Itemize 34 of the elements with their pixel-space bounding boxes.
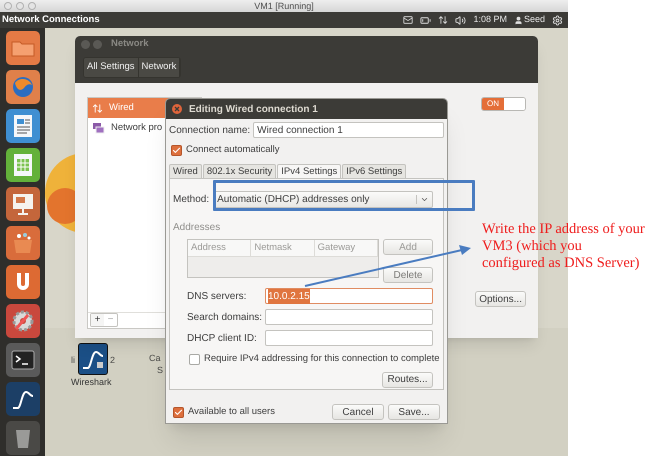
field-label: Connection name: (169, 124, 250, 138)
checkbox-label: Available to all users (188, 405, 275, 420)
delete-button[interactable]: Delete (383, 267, 433, 284)
breadcrumb-button[interactable]: All Settings (84, 58, 139, 77)
user-name[interactable]: Seed (524, 13, 545, 27)
clock[interactable]: 1:08 PM (473, 13, 507, 27)
tab[interactable]: IPv4 Settings (277, 164, 342, 180)
field-label: DNS servers: (187, 290, 248, 304)
breadcrumb-button[interactable]: Network (138, 58, 180, 77)
icon-label: 2 (110, 354, 116, 367)
icon-label: li (71, 354, 75, 367)
method-dropdown[interactable]: Automatic (DHCP) addresses only (213, 191, 433, 208)
window-title: VM1 [Running] (254, 2, 314, 10)
options-button[interactable]: Options... (475, 291, 526, 307)
connection-name-field[interactable]: Wired connection 1 (253, 122, 444, 138)
section-label: Addresses (173, 221, 222, 236)
window-title: Network (111, 36, 148, 51)
app-name: Network Connections (2, 12, 100, 27)
field-label: Search domains: (187, 310, 264, 325)
cancel-button[interactable]: Cancel (332, 404, 384, 420)
save-button[interactable]: Save... (388, 404, 440, 420)
checkbox-label: Require IPv4 addressing for this connection to complete (204, 352, 440, 366)
tab[interactable]: Wired (169, 164, 202, 178)
annotation-text: Write the IP address of your VM3 (which you configured as DNS Server) (482, 221, 646, 272)
icon-label: S (157, 364, 164, 377)
icon-label: Wireshark (71, 376, 112, 389)
checkbox-label: Connect automatically (186, 143, 280, 157)
field-label: Method: (173, 193, 210, 208)
add-button[interactable]: + (91, 314, 104, 326)
tab[interactable]: 802.1x Security (202, 164, 276, 178)
field-label: DHCP client ID: (187, 332, 258, 346)
tab[interactable]: IPv6 Settings (342, 164, 406, 178)
routes-button[interactable]: Routes... (382, 372, 433, 388)
icon-label: Ca (149, 352, 161, 365)
